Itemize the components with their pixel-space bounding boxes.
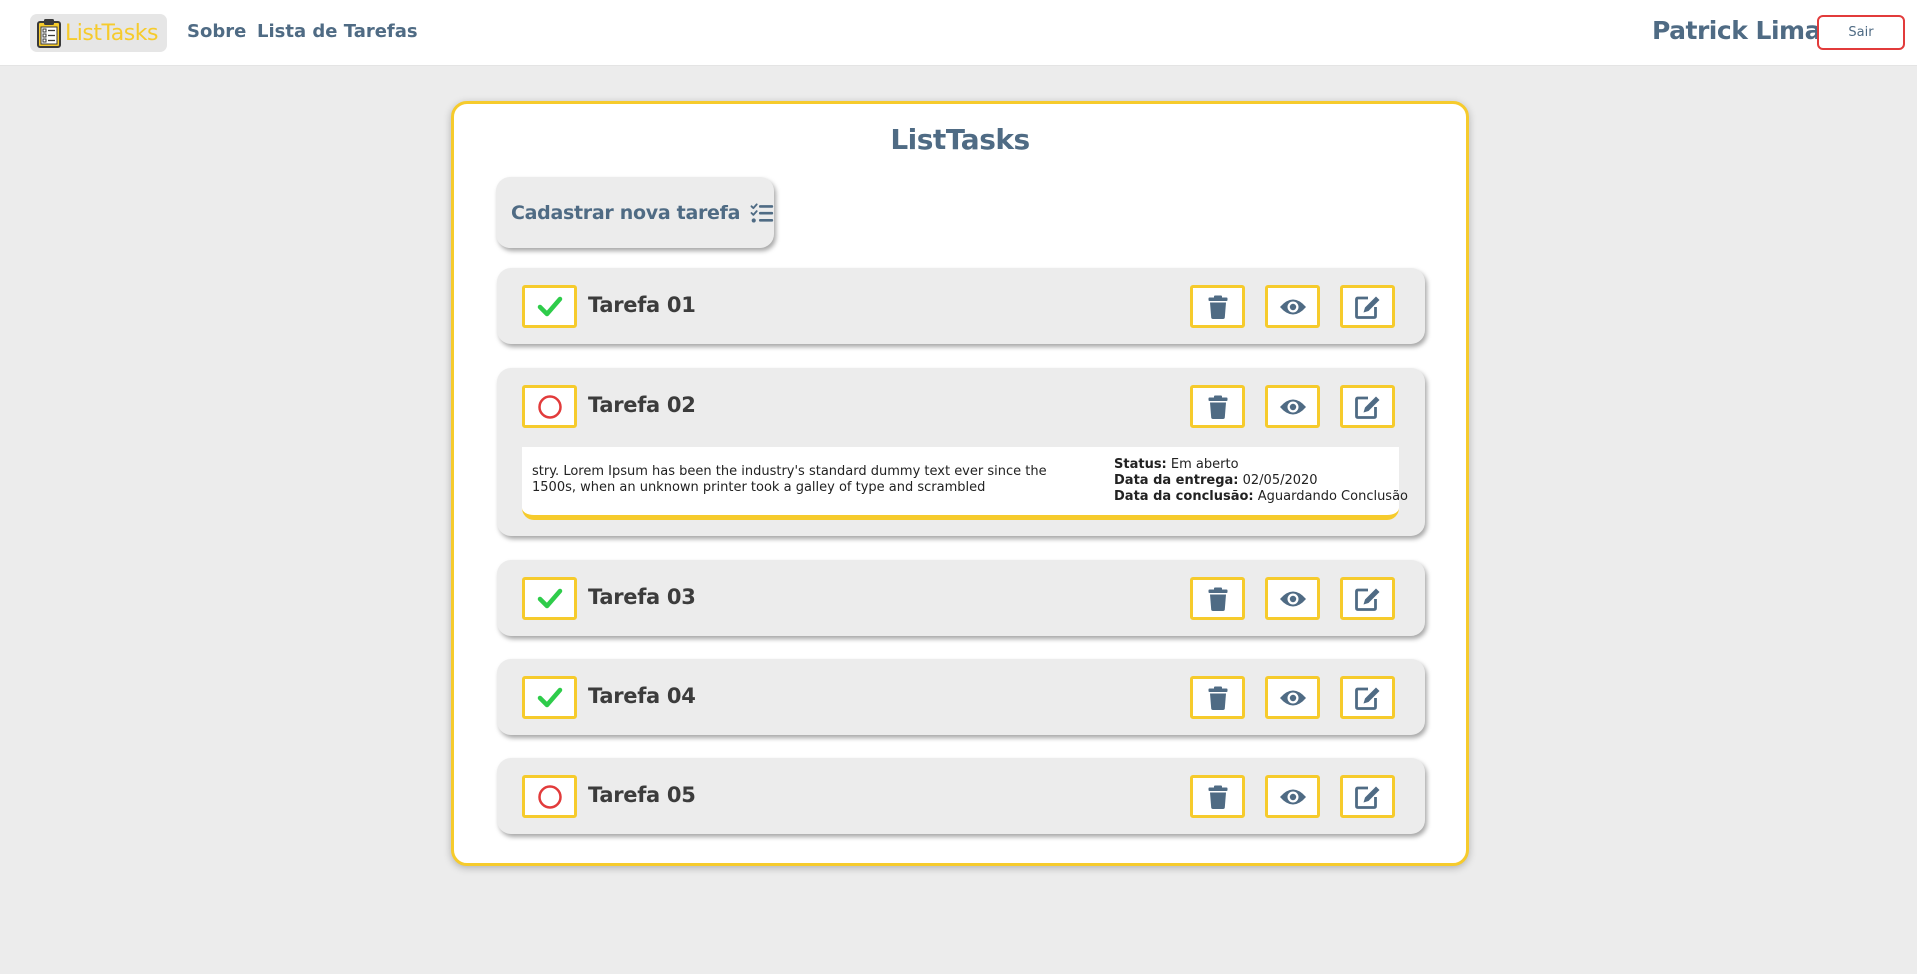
check-icon <box>537 296 562 316</box>
task-item-expanded: Tarefa 02 stry. Lorem Ipsum has been the… <box>497 368 1425 536</box>
task-completion-row: Data da conclusão: Aguardando Conclusão <box>1114 489 1408 505</box>
edit-button[interactable] <box>1340 385 1395 428</box>
view-button[interactable] <box>1265 285 1320 328</box>
task-item: Tarefa 01 <box>497 268 1425 344</box>
task-title: Tarefa 04 <box>588 684 696 708</box>
task-title: Tarefa 05 <box>588 783 696 807</box>
brand-logo-link[interactable]: ListTasks <box>30 14 167 52</box>
nav-link-lista-de-tarefas[interactable]: Lista de Tarefas <box>257 21 418 42</box>
edit-button[interactable] <box>1340 577 1395 620</box>
delete-button[interactable] <box>1190 285 1245 328</box>
delete-button[interactable] <box>1190 775 1245 818</box>
trash-icon <box>1208 785 1227 809</box>
edit-button[interactable] <box>1340 285 1395 328</box>
status-label: Status: <box>1114 457 1167 472</box>
due-date-value: 02/05/2020 <box>1242 473 1318 488</box>
task-item: Tarefa 05 <box>497 758 1425 834</box>
task-status-toggle[interactable] <box>522 676 577 719</box>
task-meta: Status: Em aberto Data da entrega: 02/05… <box>1114 457 1408 505</box>
trash-icon <box>1208 587 1227 611</box>
edit-icon <box>1354 687 1379 710</box>
edit-icon <box>1354 296 1379 319</box>
eye-icon <box>1279 789 1306 804</box>
new-task-button[interactable]: Cadastrar nova tarefa <box>496 177 774 248</box>
task-status-toggle[interactable] <box>522 577 577 620</box>
edit-icon <box>1354 396 1379 419</box>
task-status-toggle[interactable] <box>522 775 577 818</box>
task-due-row: Data da entrega: 02/05/2020 <box>1114 473 1408 489</box>
task-title: Tarefa 02 <box>588 393 696 417</box>
status-value: Em aberto <box>1170 457 1239 472</box>
top-navbar: ListTasks Sobre Lista de Tarefas Patrick… <box>0 0 1917 66</box>
task-details: stry. Lorem Ipsum has been the industry'… <box>522 447 1408 520</box>
delete-button[interactable] <box>1190 676 1245 719</box>
task-item: Tarefa 04 <box>497 659 1425 735</box>
task-title: Tarefa 01 <box>588 293 696 317</box>
completion-date-value: Aguardando Conclusão <box>1257 489 1409 504</box>
due-date-label: Data da entrega: <box>1114 473 1239 488</box>
eye-icon <box>1279 299 1306 314</box>
view-button[interactable] <box>1265 577 1320 620</box>
edit-icon <box>1354 786 1379 809</box>
completion-date-label: Data da conclusão: <box>1114 489 1254 504</box>
tasks-list-icon <box>750 202 774 223</box>
check-icon <box>537 588 562 608</box>
task-description: stry. Lorem Ipsum has been the industry'… <box>532 464 1047 495</box>
brand-name: ListTasks <box>65 20 158 46</box>
delete-button[interactable] <box>1190 385 1245 428</box>
nav-link-sobre[interactable]: Sobre <box>187 21 246 42</box>
check-icon <box>537 687 562 707</box>
new-task-label: Cadastrar nova tarefa <box>511 201 741 224</box>
clipboard-list-icon <box>37 19 61 48</box>
eye-icon <box>1279 690 1306 705</box>
trash-icon <box>1208 295 1227 319</box>
edit-icon <box>1354 588 1379 611</box>
edit-button[interactable] <box>1340 676 1395 719</box>
view-button[interactable] <box>1265 676 1320 719</box>
user-name: Patrick Lima <box>1652 16 1821 45</box>
circle-icon <box>537 784 562 809</box>
task-status-toggle[interactable] <box>522 285 577 328</box>
trash-icon <box>1208 395 1227 419</box>
task-title: Tarefa 03 <box>588 585 696 609</box>
task-status-row: Status: Em aberto <box>1114 457 1408 473</box>
logout-button[interactable]: Sair <box>1817 15 1905 50</box>
trash-icon <box>1208 686 1227 710</box>
view-button[interactable] <box>1265 775 1320 818</box>
task-status-toggle[interactable] <box>522 385 577 428</box>
panel-title: ListTasks <box>890 123 1030 156</box>
eye-icon <box>1279 591 1306 606</box>
circle-icon <box>537 394 562 419</box>
task-item: Tarefa 03 <box>497 560 1425 636</box>
view-button[interactable] <box>1265 385 1320 428</box>
eye-icon <box>1279 399 1306 414</box>
delete-button[interactable] <box>1190 577 1245 620</box>
edit-button[interactable] <box>1340 775 1395 818</box>
task-list-panel: ListTasks Cadastrar nova tarefa Tarefa 0… <box>451 101 1469 866</box>
